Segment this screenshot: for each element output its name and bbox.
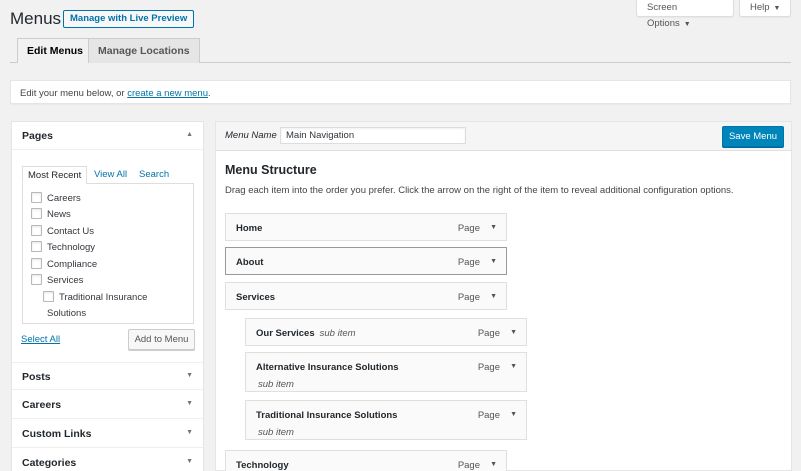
menu-item[interactable]: Our Services sub item Page ▼ [245, 318, 527, 346]
accordion-pages[interactable]: Pages ▲ [12, 122, 203, 150]
menu-item-title: Home [236, 223, 263, 234]
arrow-down-icon[interactable]: ▼ [186, 372, 193, 379]
menu-item-title: Our Services sub item [256, 328, 356, 339]
screen-options-button[interactable]: Screen Options ▼ [636, 0, 734, 29]
create-new-menu-link[interactable]: create a new menu [127, 88, 208, 99]
page-checkbox-item[interactable]: Services [31, 274, 83, 288]
menu-structure-description: Drag each item into the order you prefer… [225, 185, 734, 196]
menu-item-type: Page [457, 223, 480, 234]
menu-item[interactable]: Technology Page ▼ [225, 450, 507, 471]
menu-item[interactable]: Traditional Insurance Solutions sub item… [245, 400, 527, 440]
caret-down-icon: ▼ [773, 5, 781, 12]
help-label: Help [750, 2, 770, 13]
arrow-down-icon[interactable]: ▼ [510, 363, 517, 370]
menu-item-type: Page [477, 410, 500, 421]
accordion-posts-label: Posts [22, 371, 51, 383]
page-label: News [47, 209, 71, 220]
page-checkbox-item[interactable]: Traditional Insurance [43, 291, 147, 305]
page-label-wrap: Solutions [47, 308, 87, 319]
notice-suffix: . [208, 88, 211, 99]
pages-checklist[interactable]: Careers News Contact Us Technology Compl… [22, 183, 194, 324]
edit-menu-notice: Edit your menu below, or create a new me… [10, 80, 791, 104]
checkbox[interactable] [31, 208, 42, 219]
arrow-down-icon[interactable]: ▼ [490, 293, 497, 300]
page-label: Services [47, 275, 84, 286]
caret-down-icon: ▼ [683, 21, 691, 28]
page-label: Traditional Insurance [59, 292, 148, 303]
menu-item[interactable]: Home Page ▼ [225, 213, 507, 241]
arrow-down-icon[interactable]: ▼ [490, 224, 497, 231]
accordion-categories[interactable]: Categories ▼ [12, 449, 203, 471]
arrow-down-icon[interactable]: ▼ [186, 400, 193, 407]
menu-item-title: Alternative Insurance Solutions [256, 362, 399, 373]
menu-item-type: Page [457, 460, 480, 471]
page-label: Contact Us [47, 226, 94, 237]
menu-edit-panel: Menu Name Main Navigation Save Menu Menu… [215, 121, 792, 471]
arrow-down-icon[interactable]: ▼ [510, 329, 517, 336]
accordion-custom-links[interactable]: Custom Links ▼ [12, 420, 203, 448]
menu-item-title-text: Our Services [256, 328, 315, 339]
manage-live-preview-button[interactable]: Manage with Live Preview [63, 10, 195, 28]
arrow-down-icon[interactable]: ▼ [186, 429, 193, 436]
checkbox[interactable] [31, 274, 42, 285]
tab-manage-locations[interactable]: Manage Locations [88, 38, 200, 63]
accordion-posts[interactable]: Posts ▼ [12, 362, 203, 390]
arrow-down-icon[interactable]: ▼ [186, 458, 193, 465]
accordion-categories-label: Categories [22, 457, 77, 469]
menu-header: Menu Name Main Navigation Save Menu [216, 122, 791, 151]
menu-item-title: Traditional Insurance Solutions [256, 410, 398, 421]
menu-structure-title: Menu Structure [225, 163, 317, 177]
menu-item-title: Technology [236, 460, 289, 471]
checkbox[interactable] [43, 291, 54, 302]
page-checkbox-item[interactable]: Technology [31, 241, 95, 255]
page-label: Technology [47, 242, 96, 253]
tab-search[interactable]: Search [134, 166, 174, 184]
arrow-up-icon[interactable]: ▲ [186, 131, 193, 138]
menu-item-type: Page [477, 362, 500, 373]
arrow-down-icon[interactable]: ▼ [490, 258, 497, 265]
help-button[interactable]: Help ▼ [739, 0, 791, 17]
tab-edit-menus[interactable]: Edit Menus [17, 38, 94, 63]
page-label: Careers [47, 193, 81, 204]
menu-item-title: About [236, 257, 264, 268]
menu-item-type: Page [477, 328, 500, 339]
notice-prefix: Edit your menu below, or [20, 88, 128, 99]
menu-item[interactable]: About Page ▼ [225, 247, 507, 275]
checkbox[interactable] [31, 225, 42, 236]
screen-options-label: Screen Options [647, 2, 680, 29]
arrow-down-icon[interactable]: ▼ [510, 411, 517, 418]
arrow-down-icon[interactable]: ▼ [490, 461, 497, 468]
pages-tabs: Most Recent View All Search Careers News… [22, 166, 194, 324]
sub-item-label: sub item [319, 328, 356, 339]
save-menu-button[interactable]: Save Menu [722, 126, 784, 147]
accordion-custom-links-label: Custom Links [22, 428, 92, 440]
menu-item[interactable]: Alternative Insurance Solutions sub item… [245, 352, 527, 392]
accordion-careers-label: Careers [22, 399, 62, 411]
menu-item-title: Services [236, 292, 276, 303]
sub-item-label: sub item [258, 379, 294, 390]
checkbox[interactable] [31, 241, 42, 252]
menu-item-type: Page [457, 257, 480, 268]
menu-item[interactable]: Services Page ▼ [225, 282, 507, 310]
tab-view-all[interactable]: View All [89, 166, 132, 184]
sub-item-label: sub item [258, 427, 294, 438]
select-all-link[interactable]: Select All [21, 334, 60, 345]
page-checkbox-item[interactable]: News [31, 208, 71, 222]
add-to-menu-button[interactable]: Add to Menu [128, 329, 195, 350]
checkbox[interactable] [31, 258, 42, 269]
menu-name-input[interactable]: Main Navigation [280, 127, 466, 144]
tab-most-recent[interactable]: Most Recent [22, 166, 88, 184]
checkbox[interactable] [31, 192, 42, 203]
page-checkbox-item[interactable]: Contact Us [31, 225, 94, 239]
page-title: Menus [10, 9, 62, 28]
menu-name-label: Menu Name [225, 130, 277, 141]
add-menu-items-panel: Pages ▲ Most Recent View All Search Care… [11, 121, 204, 471]
page-checkbox-item[interactable]: Careers [31, 192, 81, 206]
menu-item-type: Page [457, 292, 480, 303]
page-label: Compliance [47, 259, 98, 270]
accordion-pages-label: Pages [22, 130, 53, 142]
page-checkbox-item[interactable]: Compliance [31, 258, 97, 272]
accordion-careers[interactable]: Careers ▼ [12, 391, 203, 419]
